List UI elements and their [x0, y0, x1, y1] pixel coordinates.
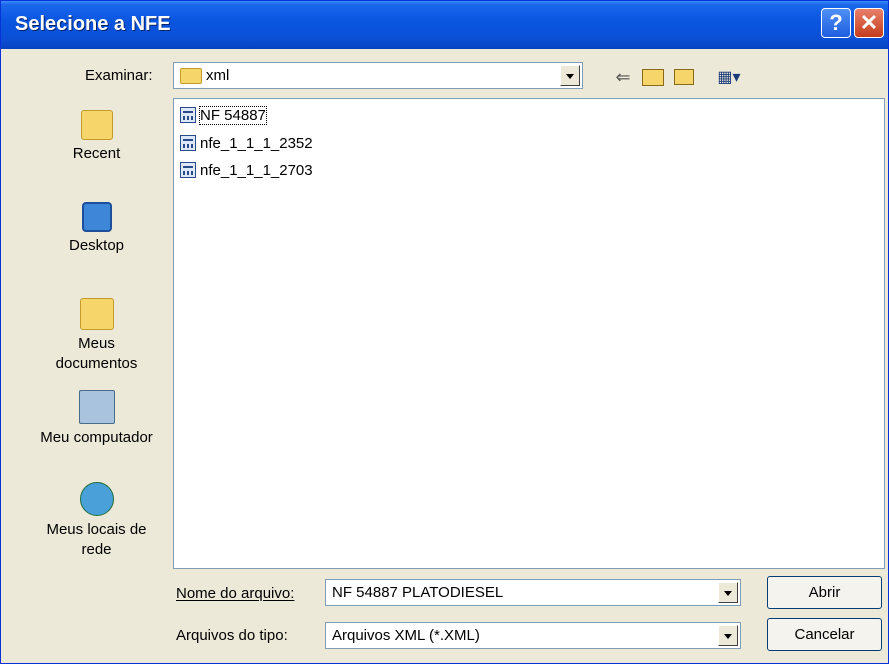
filename-value: NF 54887 PLATODIESEL [332, 584, 504, 601]
filename-input[interactable]: NF 54887 PLATODIESEL [325, 579, 741, 606]
file-name: NF 54887 [199, 105, 267, 125]
place-label: Recent [72, 145, 121, 162]
network-places-icon [79, 482, 114, 516]
my-documents-icon [79, 298, 114, 330]
filetype-dropdown[interactable]: Arquivos XML (*.XML) [325, 622, 741, 649]
place-recent[interactable]: Recent [24, 110, 169, 164]
close-button[interactable]: ✕ [854, 8, 884, 38]
lookin-dropdown[interactable]: xml [173, 62, 583, 89]
xml-file-icon [180, 162, 196, 178]
file-item[interactable]: NF 54887 [180, 104, 267, 126]
file-list[interactable]: NF 54887 nfe_1_1_1_2352 nfe_1_1_1_2703 [173, 98, 885, 569]
file-name: nfe_1_1_1_2352 [200, 134, 313, 152]
place-documents[interactable]: Meus documentos [24, 298, 169, 374]
xml-file-icon [180, 135, 196, 151]
filetype-label: Arquivos do tipo: [176, 627, 288, 644]
my-computer-icon [78, 390, 115, 424]
filename-label: Nome do arquivo: [176, 585, 295, 602]
up-folder-icon[interactable] [641, 65, 665, 89]
chevron-down-icon[interactable] [718, 625, 738, 646]
place-label: Meu computador [40, 429, 153, 446]
file-name: nfe_1_1_1_2703 [200, 161, 313, 179]
filetype-value: Arquivos XML (*.XML) [332, 627, 480, 644]
views-menu-icon[interactable]: ▦▾ [706, 65, 752, 89]
file-item[interactable]: nfe_1_1_1_2352 [180, 132, 313, 154]
file-item[interactable]: nfe_1_1_1_2703 [180, 159, 313, 181]
place-desktop[interactable]: Desktop [24, 202, 169, 256]
back-icon[interactable]: ⇐ [613, 65, 633, 89]
chevron-down-icon[interactable] [560, 65, 580, 86]
chevron-down-icon[interactable] [718, 582, 738, 603]
window-title: Selecione a NFE [15, 13, 171, 35]
place-label: Desktop [68, 237, 125, 254]
file-dialog-window: Selecione a NFE ? ✕ Examinar: xml ⇐ ▦▾ R… [0, 0, 889, 664]
open-button[interactable]: Abrir [767, 576, 882, 609]
lookin-value: xml [206, 67, 230, 84]
new-folder-icon[interactable] [671, 65, 697, 89]
folder-recent-icon [80, 110, 113, 140]
new-folder-glyph [674, 69, 694, 85]
place-network[interactable]: Meus locais de rede [24, 482, 169, 560]
lookin-label: Examinar: [85, 67, 153, 84]
desktop-icon [81, 202, 112, 232]
place-label: Meus locais de rede [46, 521, 147, 558]
title-bar[interactable]: Selecione a NFE ? ✕ [1, 1, 888, 49]
place-computer[interactable]: Meu computador [24, 390, 169, 448]
places-bar: Recent Desktop Meus documentos Meu compu… [24, 98, 169, 584]
folder-icon [180, 68, 202, 84]
up-folder-glyph [642, 68, 664, 86]
xml-file-icon [180, 107, 196, 123]
help-button[interactable]: ? [821, 8, 851, 38]
cancel-button[interactable]: Cancelar [767, 618, 882, 651]
place-label: Meus documentos [55, 335, 138, 372]
